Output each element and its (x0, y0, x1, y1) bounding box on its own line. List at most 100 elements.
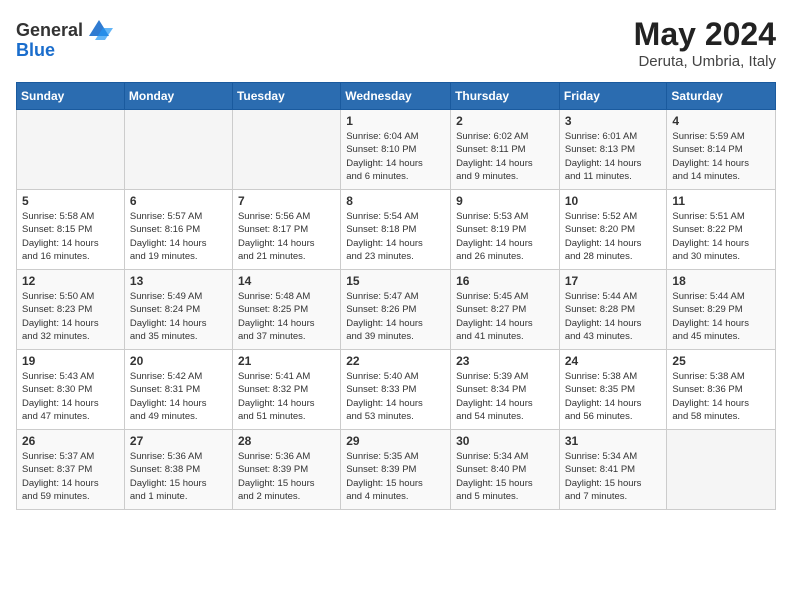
calendar-table: SundayMondayTuesdayWednesdayThursdayFrid… (16, 82, 776, 510)
calendar-cell: 29 Sunrise: 5:35 AM Sunset: 8:39 PM Dayli… (341, 430, 451, 510)
day-number: 5 (22, 194, 119, 208)
day-number: 20 (130, 354, 227, 368)
title-block: May 2024 Deruta, Umbria, Italy (634, 16, 776, 70)
day-info: Sunrise: 5:38 AM Sunset: 8:36 PM Dayligh… (672, 370, 770, 423)
calendar-cell: 6 Sunrise: 5:57 AM Sunset: 8:16 PM Daylig… (124, 190, 232, 270)
day-number: 6 (130, 194, 227, 208)
calendar-cell: 15 Sunrise: 5:47 AM Sunset: 8:26 PM Dayli… (341, 270, 451, 350)
day-info: Sunrise: 5:37 AM Sunset: 8:37 PM Dayligh… (22, 450, 119, 503)
calendar-cell: 7 Sunrise: 5:56 AM Sunset: 8:17 PM Daylig… (232, 190, 340, 270)
day-info: Sunrise: 5:44 AM Sunset: 8:28 PM Dayligh… (565, 290, 662, 343)
weekday-header: Wednesday (341, 83, 451, 110)
calendar-cell: 23Sunrise: 5:39 AM Sunset: 8:34 PM Dayli… (451, 350, 560, 430)
day-number: 16 (456, 274, 554, 288)
calendar-cell: 9Sunrise: 5:53 AM Sunset: 8:19 PM Daylig… (451, 190, 560, 270)
day-info: Sunrise: 5:53 AM Sunset: 8:19 PM Dayligh… (456, 210, 554, 263)
page-header: General Blue May 2024 Deruta, Umbria, It… (16, 16, 776, 70)
day-number: 15 (346, 274, 445, 288)
calendar-cell: 3 Sunrise: 6:01 AM Sunset: 8:13 PM Daylig… (559, 110, 667, 190)
day-info: Sunrise: 5:38 AM Sunset: 8:35 PM Dayligh… (565, 370, 662, 423)
day-info: Sunrise: 5:50 AM Sunset: 8:23 PM Dayligh… (22, 290, 119, 343)
calendar-cell: 13 Sunrise: 5:49 AM Sunset: 8:24 PM Dayli… (124, 270, 232, 350)
calendar-cell: 26 Sunrise: 5:37 AM Sunset: 8:37 PM Dayli… (17, 430, 125, 510)
day-info: Sunrise: 5:43 AM Sunset: 8:30 PM Dayligh… (22, 370, 119, 423)
day-number: 8 (346, 194, 445, 208)
logo-general-text: General (16, 20, 83, 41)
calendar-cell: 5Sunrise: 5:58 AM Sunset: 8:15 PM Daylig… (17, 190, 125, 270)
day-info: Sunrise: 5:44 AM Sunset: 8:29 PM Dayligh… (672, 290, 770, 343)
day-info: Sunrise: 5:47 AM Sunset: 8:26 PM Dayligh… (346, 290, 445, 343)
day-number: 21 (238, 354, 335, 368)
day-info: Sunrise: 5:51 AM Sunset: 8:22 PM Dayligh… (672, 210, 770, 263)
day-number: 2 (456, 114, 554, 128)
calendar-cell: 18 Sunrise: 5:44 AM Sunset: 8:29 PM Dayli… (667, 270, 776, 350)
calendar-cell (667, 430, 776, 510)
day-number: 18 (672, 274, 770, 288)
day-info: Sunrise: 5:39 AM Sunset: 8:34 PM Dayligh… (456, 370, 554, 423)
logo-icon (85, 16, 113, 44)
day-info: Sunrise: 5:52 AM Sunset: 8:20 PM Dayligh… (565, 210, 662, 263)
calendar-cell: 24 Sunrise: 5:38 AM Sunset: 8:35 PM Dayli… (559, 350, 667, 430)
calendar-cell: 12 Sunrise: 5:50 AM Sunset: 8:23 PM Dayli… (17, 270, 125, 350)
day-number: 3 (565, 114, 662, 128)
logo-blue-text: Blue (16, 40, 55, 61)
day-info: Sunrise: 5:40 AM Sunset: 8:33 PM Dayligh… (346, 370, 445, 423)
weekday-header: Monday (124, 83, 232, 110)
day-number: 19 (22, 354, 119, 368)
day-number: 13 (130, 274, 227, 288)
day-number: 7 (238, 194, 335, 208)
calendar-cell (17, 110, 125, 190)
day-number: 27 (130, 434, 227, 448)
weekday-header: Sunday (17, 83, 125, 110)
calendar-cell: 31 Sunrise: 5:34 AM Sunset: 8:41 PM Dayli… (559, 430, 667, 510)
day-info: Sunrise: 5:41 AM Sunset: 8:32 PM Dayligh… (238, 370, 335, 423)
day-info: Sunrise: 5:56 AM Sunset: 8:17 PM Dayligh… (238, 210, 335, 263)
day-number: 29 (346, 434, 445, 448)
day-number: 11 (672, 194, 770, 208)
weekday-header-row: SundayMondayTuesdayWednesdayThursdayFrid… (17, 83, 776, 110)
day-number: 17 (565, 274, 662, 288)
day-number: 14 (238, 274, 335, 288)
day-info: Sunrise: 6:04 AM Sunset: 8:10 PM Dayligh… (346, 130, 445, 183)
calendar-cell (232, 110, 340, 190)
day-info: Sunrise: 5:36 AM Sunset: 8:38 PM Dayligh… (130, 450, 227, 503)
calendar-week-row: 5Sunrise: 5:58 AM Sunset: 8:15 PM Daylig… (17, 190, 776, 270)
day-number: 26 (22, 434, 119, 448)
calendar-location: Deruta, Umbria, Italy (634, 53, 776, 70)
day-info: Sunrise: 5:36 AM Sunset: 8:39 PM Dayligh… (238, 450, 335, 503)
day-info: Sunrise: 5:54 AM Sunset: 8:18 PM Dayligh… (346, 210, 445, 263)
day-number: 1 (346, 114, 445, 128)
day-number: 24 (565, 354, 662, 368)
calendar-week-row: 26 Sunrise: 5:37 AM Sunset: 8:37 PM Dayli… (17, 430, 776, 510)
day-info: Sunrise: 5:45 AM Sunset: 8:27 PM Dayligh… (456, 290, 554, 343)
day-info: Sunrise: 5:49 AM Sunset: 8:24 PM Dayligh… (130, 290, 227, 343)
weekday-header: Friday (559, 83, 667, 110)
day-number: 30 (456, 434, 554, 448)
calendar-cell: 22 Sunrise: 5:40 AM Sunset: 8:33 PM Dayli… (341, 350, 451, 430)
calendar-cell: 17 Sunrise: 5:44 AM Sunset: 8:28 PM Dayli… (559, 270, 667, 350)
day-info: Sunrise: 6:02 AM Sunset: 8:11 PM Dayligh… (456, 130, 554, 183)
calendar-cell: 1 Sunrise: 6:04 AM Sunset: 8:10 PM Daylig… (341, 110, 451, 190)
day-info: Sunrise: 6:01 AM Sunset: 8:13 PM Dayligh… (565, 130, 662, 183)
calendar-title: May 2024 (634, 16, 776, 53)
day-info: Sunrise: 5:48 AM Sunset: 8:25 PM Dayligh… (238, 290, 335, 343)
weekday-header: Saturday (667, 83, 776, 110)
day-info: Sunrise: 5:35 AM Sunset: 8:39 PM Dayligh… (346, 450, 445, 503)
day-info: Sunrise: 5:59 AM Sunset: 8:14 PM Dayligh… (672, 130, 770, 183)
calendar-cell: 28Sunrise: 5:36 AM Sunset: 8:39 PM Dayli… (232, 430, 340, 510)
day-number: 31 (565, 434, 662, 448)
calendar-cell: 14 Sunrise: 5:48 AM Sunset: 8:25 PM Dayli… (232, 270, 340, 350)
day-number: 22 (346, 354, 445, 368)
calendar-cell: 11 Sunrise: 5:51 AM Sunset: 8:22 PM Dayli… (667, 190, 776, 270)
day-info: Sunrise: 5:34 AM Sunset: 8:41 PM Dayligh… (565, 450, 662, 503)
day-info: Sunrise: 5:57 AM Sunset: 8:16 PM Dayligh… (130, 210, 227, 263)
day-number: 10 (565, 194, 662, 208)
calendar-cell: 30Sunrise: 5:34 AM Sunset: 8:40 PM Dayli… (451, 430, 560, 510)
calendar-cell: 2 Sunrise: 6:02 AM Sunset: 8:11 PM Daylig… (451, 110, 560, 190)
day-number: 12 (22, 274, 119, 288)
calendar-cell: 21 Sunrise: 5:41 AM Sunset: 8:32 PM Dayli… (232, 350, 340, 430)
calendar-cell: 19 Sunrise: 5:43 AM Sunset: 8:30 PM Dayli… (17, 350, 125, 430)
calendar-cell: 10 Sunrise: 5:52 AM Sunset: 8:20 PM Dayli… (559, 190, 667, 270)
calendar-cell: 8 Sunrise: 5:54 AM Sunset: 8:18 PM Daylig… (341, 190, 451, 270)
weekday-header: Thursday (451, 83, 560, 110)
